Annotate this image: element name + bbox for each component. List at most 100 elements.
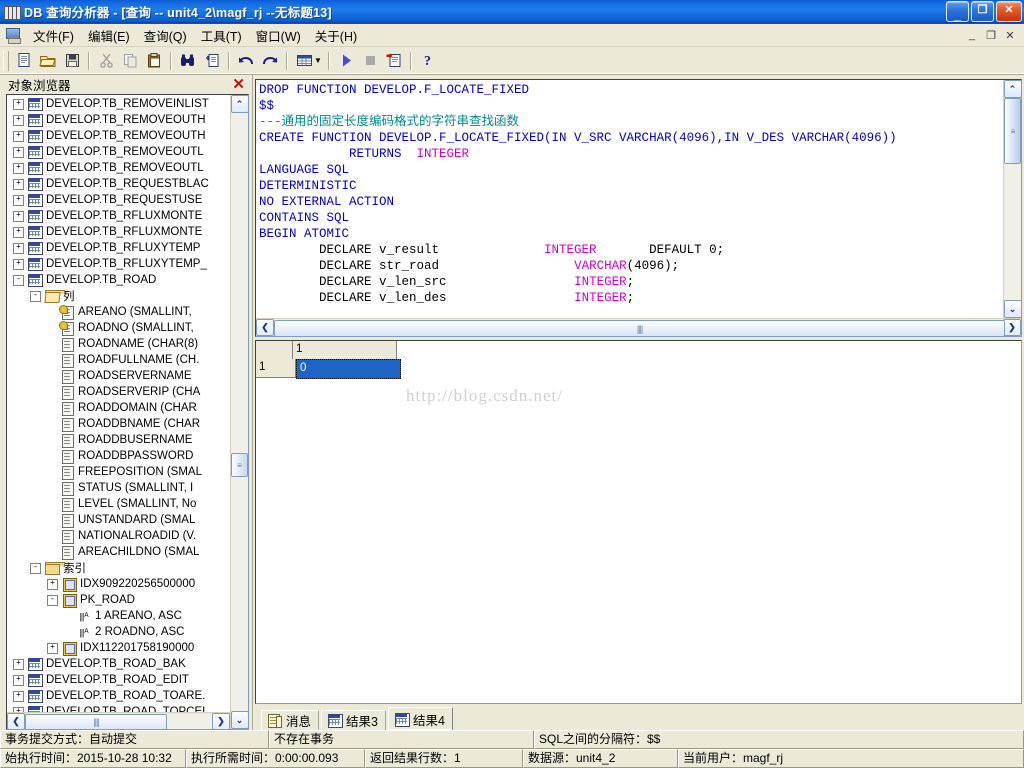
results-grid-pane[interactable]: 110 http://blog.csdn.net/ — [255, 340, 1022, 704]
tree-item[interactable]: + DEVELOP.TB_REMOVEOUTL — [7, 160, 248, 176]
tree-expander[interactable]: + — [13, 194, 24, 206]
tree-item[interactable]: AREANO (SMALLINT, — [7, 304, 248, 321]
tree-scroll-left-button[interactable]: ❮ — [7, 712, 25, 730]
copy-button[interactable] — [118, 49, 142, 72]
tree-item[interactable]: + IDX112201758190000 — [7, 640, 248, 657]
editor-horizontal-scroll-thumb[interactable]: |||| — [274, 320, 1005, 338]
tree-vertical-scrollbar[interactable]: ⌃ ≡ ⌄ — [230, 95, 248, 729]
tree-item[interactable]: STATUS (SMALLINT, I — [7, 480, 248, 497]
tree-expander[interactable]: - — [47, 594, 58, 606]
tree-expander[interactable]: + — [47, 642, 58, 654]
find-button[interactable] — [176, 49, 200, 72]
tree-item[interactable]: NATIONALROADID (V. — [7, 528, 248, 545]
tree-expander[interactable]: - — [30, 290, 41, 302]
tree-item[interactable]: ROADFULLNAME (CH. — [7, 352, 248, 369]
undo-button[interactable] — [234, 49, 258, 72]
mdi-close-button[interactable]: ✕ — [1002, 28, 1018, 42]
editor-scroll-left-button[interactable]: ❮ — [256, 319, 274, 337]
tree-item[interactable]: + DEVELOP.TB_ROAD_TOPCEI — [7, 704, 248, 712]
results-tab[interactable]: 结果4 — [387, 707, 453, 730]
tree-expander[interactable]: + — [13, 674, 24, 686]
mdi-restore-button[interactable]: ❐ — [983, 28, 999, 42]
tree-item[interactable]: + DEVELOP.TB_ROAD_TOARE. — [7, 688, 248, 704]
paste-button[interactable] — [142, 49, 166, 72]
execute-button[interactable] — [334, 49, 358, 72]
open-file-button[interactable] — [36, 49, 60, 72]
tree-item[interactable]: + DEVELOP.TB_RFLUXMONTE — [7, 224, 248, 240]
tree-item[interactable]: ROADDBNAME (CHAR — [7, 416, 248, 433]
tree-expander[interactable]: + — [13, 114, 24, 126]
result-target-button[interactable] — [292, 49, 316, 72]
tree-item[interactable]: + DEVELOP.TB_REMOVEOUTL — [7, 144, 248, 160]
tree-expander[interactable]: + — [13, 242, 24, 254]
menu-item-about[interactable]: 关于(H) — [308, 24, 364, 47]
tree-item[interactable]: + DEVELOP.TB_RFLUXYTEMP — [7, 240, 248, 256]
results-tab[interactable]: 消息 — [261, 710, 320, 730]
tree-scroll-down-button[interactable]: ⌄ — [230, 711, 248, 729]
tree-item[interactable]: ROADNAME (CHAR(8) — [7, 336, 248, 353]
tree-item[interactable]: ROADSERVERIP (CHA — [7, 384, 248, 401]
menu-item-query[interactable]: 查询(Q) — [137, 24, 194, 47]
sql-editor-text[interactable]: DROP FUNCTION DEVELOP.F_LOCATE_FIXED $$ --… — [256, 80, 1003, 319]
results-tab[interactable]: 结果3 — [321, 710, 386, 730]
tree-item[interactable]: + DEVELOP.TB_REMOVEOUTH — [7, 112, 248, 128]
replace-button[interactable] — [200, 49, 224, 72]
tree-vertical-scroll-thumb[interactable]: ≡ — [231, 453, 248, 478]
tree-item[interactable]: + DEVELOP.TB_REMOVEOUTH — [7, 128, 248, 144]
tree-item[interactable]: ROADNO (SMALLINT, — [7, 320, 248, 337]
tree-item[interactable]: + DEVELOP.TB_RFLUXMONTE — [7, 208, 248, 224]
tree-item[interactable]: FREEPOSITION (SMAL — [7, 464, 248, 481]
tree-item[interactable]: ROADDBUSERNAME — [7, 432, 248, 449]
stop-button[interactable] — [358, 49, 382, 72]
help-button[interactable]: ? — [416, 49, 440, 72]
tree-expander[interactable]: + — [13, 706, 24, 712]
tree-expander[interactable]: - — [30, 562, 41, 574]
results-grid[interactable]: 110 — [256, 341, 1021, 380]
tree-item[interactable]: ROADDBPASSWORD — [7, 448, 248, 465]
tree-item[interactable]: + DEVELOP.TB_ROAD_BAK — [7, 656, 248, 672]
tree-scroll-right-button[interactable]: ❯ — [212, 712, 230, 730]
editor-vertical-scrollbar[interactable]: ⌃ ≡ ⌄ — [1003, 80, 1021, 319]
object-explorer-close-icon[interactable]: ✕ — [229, 77, 248, 92]
tree-item[interactable]: ROADDOMAIN (CHAR — [7, 400, 248, 417]
tree-expander[interactable]: + — [13, 226, 24, 238]
tree-item[interactable]: - PK_ROAD — [7, 592, 248, 609]
tree-expander[interactable]: + — [13, 690, 24, 702]
tree-item[interactable]: - 索引 — [7, 560, 248, 576]
tree-expander[interactable]: - — [13, 274, 24, 286]
minimize-button[interactable]: _ — [946, 1, 969, 23]
new-query-button[interactable] — [12, 49, 36, 72]
tree-scroll-up-button[interactable]: ⌃ — [230, 95, 248, 114]
close-button[interactable]: ✕ — [996, 1, 1022, 23]
mdi-minimize-button[interactable]: _ — [964, 28, 980, 42]
tree-item[interactable]: + DEVELOP.TB_RFLUXYTEMP_ — [7, 256, 248, 272]
cut-button[interactable] — [94, 49, 118, 72]
tree-item[interactable]: + IDX909220256500000 — [7, 576, 248, 593]
editor-scroll-right-button[interactable]: ❯ — [1003, 319, 1021, 337]
tree-item[interactable]: ROADSERVERNAME — [7, 368, 248, 385]
grid-cell[interactable]: 0 — [296, 359, 401, 380]
editor-vertical-scroll-thumb[interactable]: ≡ — [1004, 98, 1021, 165]
object-tree[interactable]: + DEVELOP.TB_REMOVEINLIST + DEVELOP.TB_REMO… — [7, 95, 248, 712]
tree-item[interactable]: + DEVELOP.TB_REMOVEINLIST — [7, 96, 248, 112]
tree-expander[interactable]: + — [13, 210, 24, 222]
editor-horizontal-scrollbar[interactable]: ❮ |||| ❯ — [256, 318, 1021, 338]
tree-horizontal-scrollbar[interactable]: ❮ |||| ❯ — [7, 712, 248, 730]
editor-scroll-down-button[interactable]: ⌄ — [1003, 300, 1021, 319]
tree-horizontal-scroll-thumb[interactable]: |||| — [25, 713, 167, 730]
tree-expander[interactable]: + — [13, 162, 24, 174]
tree-expander[interactable]: + — [13, 130, 24, 142]
tree-item[interactable]: + DEVELOP.TB_REQUESTBLAC — [7, 176, 248, 192]
redo-button[interactable] — [258, 49, 282, 72]
save-file-button[interactable] — [60, 49, 84, 72]
grid-corner-cell[interactable] — [256, 341, 293, 361]
maximize-button[interactable]: ❐ — [971, 1, 994, 23]
editor-scroll-up-button[interactable]: ⌃ — [1003, 80, 1021, 99]
tree-item[interactable]: + DEVELOP.TB_REQUESTUSE — [7, 192, 248, 208]
tree-item[interactable]: UNSTANDARD (SMAL — [7, 512, 248, 529]
grid-row[interactable]: 10 — [256, 359, 1021, 380]
editor-hscroll-track[interactable]: |||| — [274, 320, 1005, 338]
tree-item[interactable]: + DEVELOP.TB_ROAD_EDIT — [7, 672, 248, 688]
menu-item-tools[interactable]: 工具(T) — [194, 24, 249, 47]
tree-item[interactable]: -列 — [7, 288, 248, 304]
